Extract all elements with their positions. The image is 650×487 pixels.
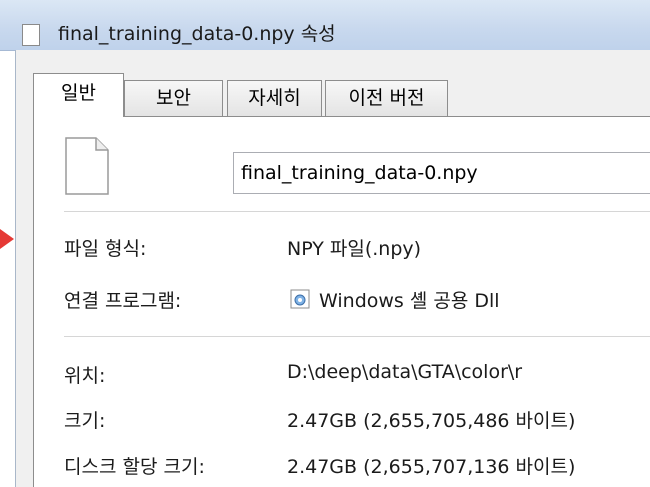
arrow-icon bbox=[0, 229, 14, 249]
size-value: 2.47GB (2,655,705,486 바이트) bbox=[287, 410, 576, 432]
size-on-disk-label: 디스크 할당 크기: bbox=[64, 456, 205, 478]
file-icon bbox=[65, 137, 109, 195]
location-label: 위치: bbox=[64, 365, 106, 387]
window-title: final_training_data-0.npy 속성 bbox=[58, 23, 336, 45]
divider bbox=[64, 336, 650, 337]
tab-previous-versions[interactable]: 이전 버전 bbox=[325, 80, 448, 116]
filename-input[interactable] bbox=[233, 152, 650, 194]
title-bar: final_training_data-0.npy 속성 bbox=[0, 0, 650, 51]
windows-shell-icon bbox=[290, 289, 310, 309]
tab-general[interactable]: 일반 bbox=[33, 73, 124, 117]
size-on-disk-value: 2.47GB (2,655,707,136 바이트) bbox=[287, 456, 576, 478]
file-icon bbox=[22, 24, 40, 46]
divider bbox=[64, 211, 650, 212]
opens-with-label: 연결 프로그램: bbox=[64, 290, 182, 312]
location-value: D:\deep\data\GTA\color\r bbox=[287, 361, 523, 383]
file-type-value: NPY 파일(.npy) bbox=[287, 238, 422, 260]
size-label: 크기: bbox=[64, 410, 106, 432]
tab-details[interactable]: 자세히 bbox=[227, 80, 322, 116]
opens-with-value: Windows 셸 공용 Dll bbox=[319, 290, 500, 312]
tab-security[interactable]: 보안 bbox=[124, 80, 223, 116]
file-type-label: 파일 형식: bbox=[64, 238, 147, 260]
